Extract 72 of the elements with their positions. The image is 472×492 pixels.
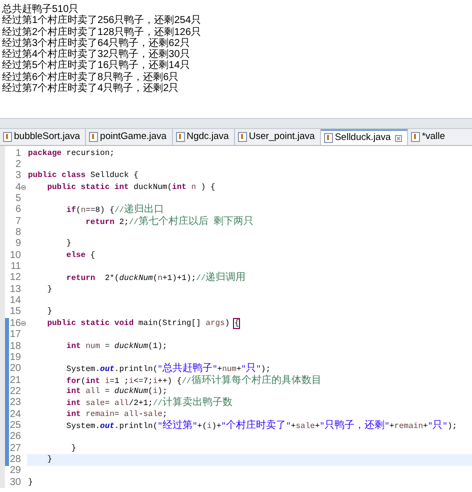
console-line: 总共赶鸭子510只 <box>2 4 79 15</box>
line-number: 30 <box>9 478 21 488</box>
line-number: 6 <box>14 205 21 216</box>
line-number: 14 <box>9 296 21 306</box>
code-line: int remain= all-sale; <box>65 410 168 419</box>
code-line: for(int i=1 ;i<=7;i++) {//循环计算每个村庄的具体数目 <box>65 376 322 386</box>
java-file-icon <box>410 132 420 142</box>
line-number: 1 <box>14 148 21 159</box>
code-line: int sale= all/2+1;//计算卖出鸭子数 <box>65 398 232 408</box>
line-number: 2 <box>14 160 21 170</box>
line-number: 24 <box>9 410 21 420</box>
close-icon[interactable] <box>394 134 402 142</box>
line-number: 23 <box>9 398 21 408</box>
line-number: 25 <box>9 420 21 431</box>
code-line: } <box>46 286 52 294</box>
code-line: } <box>70 444 76 453</box>
code-line: int num = duckNum(1); <box>65 342 168 351</box>
code-line: int all = duckNum(i); <box>65 388 168 396</box>
console-line: 经过第3个村庄时卖了64只鸭子，还剩62只 <box>2 38 191 49</box>
code-line: return 2*(duckNum(n+1)+1);//递归调用 <box>65 273 246 284</box>
line-number: 22 <box>9 386 21 397</box>
line-number: 11 <box>10 262 21 272</box>
code-line: } <box>28 478 33 487</box>
console-line: 经过第7个村庄时卖了4只鸭子，还剩2只 <box>2 83 180 94</box>
line-number: 9 <box>14 239 21 250</box>
java-file-icon <box>238 132 247 142</box>
code-line: public class Sellduck { <box>28 172 138 180</box>
line-number: 29 <box>9 466 21 476</box>
line-number: 28 <box>9 454 21 465</box>
code-line: } <box>65 240 72 248</box>
editor-tab[interactable]: Sellduck.java <box>320 129 408 145</box>
editor-tab[interactable]: bubbleSort.java <box>0 129 86 145</box>
line-number: 21 <box>9 376 21 386</box>
console-line: 经过第5个村庄时卖了16只鸭子，还剩14只 <box>2 60 191 72</box>
line-number: 17 <box>9 330 21 340</box>
line-number: 10 <box>9 250 21 261</box>
code-line: package recursion; <box>28 150 114 158</box>
line-number: 20 <box>9 364 21 374</box>
line-number: 7 <box>14 216 21 227</box>
line-number: 5 <box>14 194 21 204</box>
line-number: 15 <box>9 307 21 318</box>
java-file-icon <box>176 132 185 142</box>
java-file-icon <box>3 132 12 142</box>
java-file-icon <box>89 132 98 142</box>
line-number: 3 <box>14 171 21 182</box>
line-number: 4 <box>14 182 21 193</box>
line-number: 8 <box>14 228 21 238</box>
code-line: } <box>46 308 52 316</box>
console-line: 经过第6个村庄时卖了8只鸭子，还剩6只 <box>2 72 180 83</box>
console-line: 经过第2个村庄时卖了128只鸭子，还剩126只 <box>2 26 202 38</box>
code-line: if(n==8) {//递归出口 <box>65 205 164 216</box>
line-number: 26 <box>9 432 21 442</box>
fold-icon[interactable] <box>21 321 26 326</box>
line-number: 16 <box>9 318 21 329</box>
editor-tab[interactable]: pointGame.java <box>86 129 173 145</box>
code-line: System.out.println("经过第"+(i)+"个村庄时卖了"+sale+"只鸭子，还剩"+remain+"只"); <box>65 420 458 431</box>
code-line: public static int duckNum(int n ) { <box>46 184 216 192</box>
java-file-icon <box>324 133 333 143</box>
editor-tab[interactable]: Ngdc.java <box>172 129 235 145</box>
line-number: 19 <box>9 352 21 363</box>
code-line: } <box>46 456 52 464</box>
fold-icon[interactable] <box>21 185 26 190</box>
code-line: System.out.println("总共赶鸭子"+num+"只"); <box>65 364 271 374</box>
code-line: else { <box>65 252 96 260</box>
line-number: 13 <box>9 284 21 295</box>
code-line: public static void main(String[] args) { <box>46 320 240 328</box>
console-line: 经过第1个村庄时卖了256只鸭子，还剩254只 <box>2 15 202 26</box>
console-line: 经过第4个村庄时卖了32只鸭子，还剩30只 <box>2 49 191 60</box>
line-number: 12 <box>9 273 21 284</box>
line-number: 18 <box>9 342 21 352</box>
line-number: 27 <box>9 444 21 454</box>
code-line: return 2;//第七个村庄以后 剩下两只 <box>84 216 254 227</box>
